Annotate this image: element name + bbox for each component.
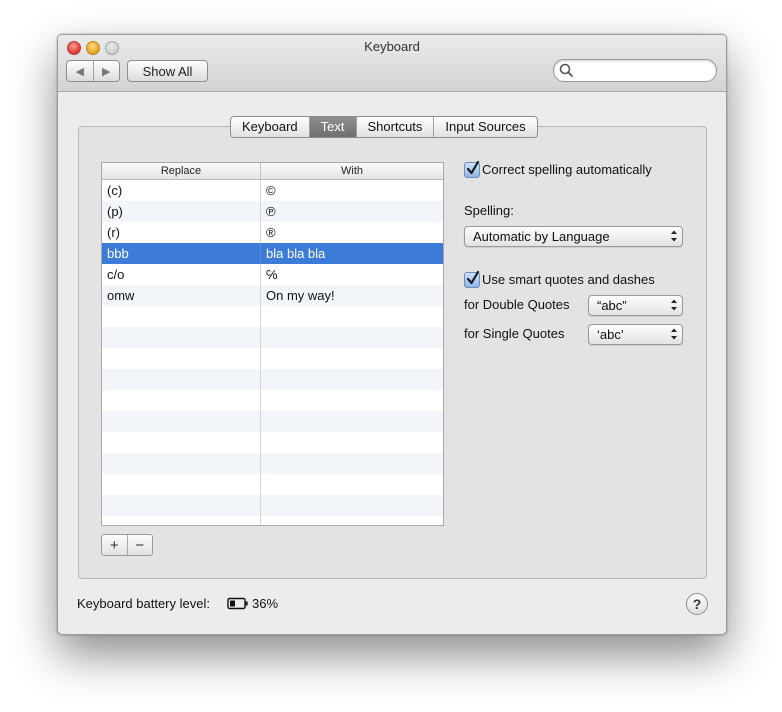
text-replacement-table[interactable]: Replace With (c) © (p) ℗ (r) ® bbb bla b… [101,162,444,526]
remove-button[interactable]: − [126,535,153,555]
spelling-language-value: Automatic by Language [473,229,610,244]
titlebar: Keyboard ◀ ▶ Show All [58,35,726,92]
battery-icon [227,597,248,610]
empty-row [102,390,443,411]
double-quotes-popup[interactable]: “abc” [588,295,683,316]
empty-row [102,348,443,369]
tab-keyboard[interactable]: Keyboard [231,117,309,137]
updown-arrows-icon [671,230,677,242]
battery-percent: 36% [252,596,279,611]
with-cell: bla bla bla [266,246,326,261]
replace-cell: (r) [102,222,261,243]
empty-row [102,474,443,495]
empty-row [102,306,443,327]
help-button[interactable]: ? [686,593,708,615]
empty-row [102,327,443,348]
column-header-replace[interactable]: Replace [102,163,261,179]
single-quotes-popup[interactable]: ‘abc’ [588,324,683,345]
correct-spelling-checkbox[interactable] [464,160,480,178]
tab-input-sources[interactable]: Input Sources [433,117,536,137]
double-quotes-label: for Double Quotes [464,297,570,312]
keyboard-preferences-window: Keyboard ◀ ▶ Show All Keyboard Text Shor… [57,34,727,635]
replace-cell: bbb [102,243,261,264]
search-icon [559,63,573,77]
table-row[interactable]: (r) ® [102,222,443,243]
show-all-button[interactable]: Show All [127,60,208,82]
battery-level-label: Keyboard battery level: [77,596,210,611]
empty-row [102,369,443,390]
table-rows: (c) © (p) ℗ (r) ® bbb bla bla bla c/o ℅ … [102,180,443,525]
empty-row [102,516,443,525]
with-cell: ® [266,225,276,240]
replace-cell: (p) [102,201,261,222]
double-quotes-value: “abc” [597,298,627,313]
tab-shortcuts[interactable]: Shortcuts [355,117,434,137]
table-row[interactable]: (c) © [102,180,443,201]
with-cell: © [266,183,276,198]
empty-row [102,432,443,453]
back-forward-control: ◀ ▶ [66,60,120,82]
correct-spelling-label[interactable]: Correct spelling automatically [482,162,652,177]
column-header-with[interactable]: With [261,163,443,179]
search-field[interactable] [553,59,717,82]
forward-icon[interactable]: ▶ [92,61,120,81]
smart-quotes-checkbox[interactable] [464,270,480,288]
table-header: Replace With [102,163,443,180]
spelling-label: Spelling: [464,203,514,218]
with-cell: ℅ [266,267,278,282]
checkmark-icon [466,270,480,285]
replace-cell: (c) [102,180,261,201]
updown-arrows-icon [671,299,677,311]
with-cell: ℗ [266,204,276,219]
spelling-language-popup[interactable]: Automatic by Language [464,226,683,247]
add-remove-control: + − [101,534,153,556]
checkmark-icon [466,160,480,175]
with-cell: On my way! [266,288,335,303]
replace-cell: omw [102,285,261,306]
smart-quotes-label[interactable]: Use smart quotes and dashes [482,272,655,287]
table-row[interactable]: c/o ℅ [102,264,443,285]
table-row-selected[interactable]: bbb bla bla bla [102,243,443,264]
table-row[interactable]: (p) ℗ [102,201,443,222]
single-quotes-label: for Single Quotes [464,326,565,341]
add-button[interactable]: + [102,535,127,555]
back-icon[interactable]: ◀ [67,61,93,81]
updown-arrows-icon [671,328,677,340]
empty-row [102,495,443,516]
window-title: Keyboard [364,39,420,54]
tab-bar: Keyboard Text Shortcuts Input Sources [230,116,538,138]
table-row[interactable]: omw On my way! [102,285,443,306]
single-quotes-value: ‘abc’ [597,327,624,342]
search-input[interactable] [576,62,710,80]
empty-row [102,411,443,432]
replace-cell: c/o [102,264,261,285]
tab-text[interactable]: Text [308,117,356,137]
empty-row [102,453,443,474]
